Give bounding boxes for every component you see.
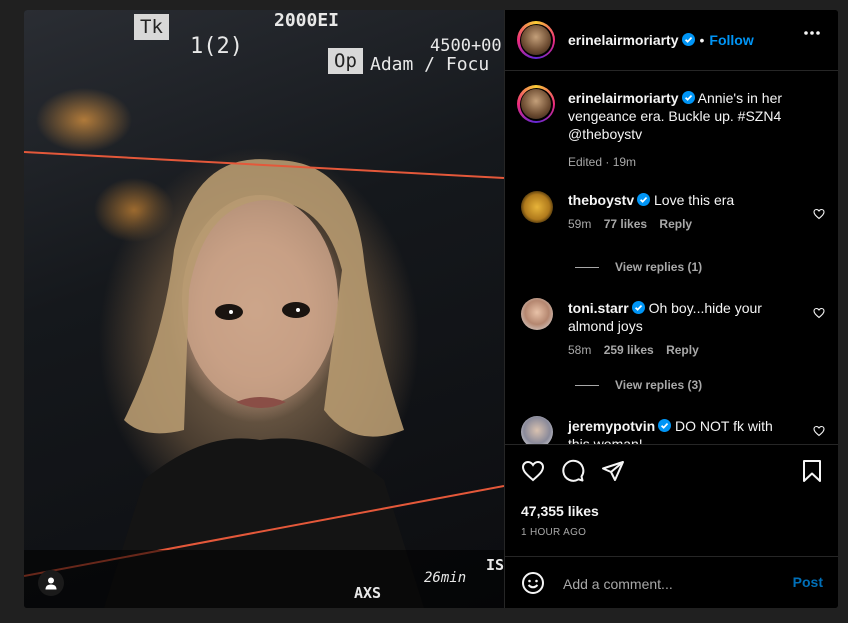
post-media[interactable]: Tk 1(2) 2000EI 4500+00 Op Adam / Focu AX… <box>24 10 504 608</box>
commenter-avatar[interactable] <box>521 191 553 223</box>
user-tag-icon <box>45 577 57 590</box>
comment-text: Love this era <box>654 192 735 208</box>
comment-username[interactable]: theboystv <box>568 192 634 208</box>
verified-icon <box>631 301 645 314</box>
hud-ei: 2000EI <box>274 10 340 31</box>
post-sidebar: erinelairmoriarty • Follow erinelairmoriar… <box>504 10 838 608</box>
post-modal: Tk 1(2) 2000EI 4500+00 Op Adam / Focu AX… <box>24 10 838 608</box>
heart-icon[interactable] <box>521 459 545 483</box>
hud-take-label: Tk <box>134 14 169 40</box>
bookmark-icon[interactable] <box>801 459 823 483</box>
view-replies-button[interactable]: View replies (3) <box>575 378 702 392</box>
hud-take-value: 1(2) <box>190 34 243 59</box>
reply-button[interactable]: Reply <box>659 217 692 231</box>
comment-item: toni.starr Oh boy...hide your almond joy… <box>568 299 798 357</box>
commenter-avatar[interactable] <box>521 298 553 330</box>
action-bar: 47,355 likes 1 HOUR AGO <box>505 444 838 557</box>
user-tag-button[interactable] <box>38 570 64 596</box>
caption-username[interactable]: erinelairmoriarty <box>568 90 679 106</box>
comment-heart-icon[interactable] <box>813 307 825 319</box>
likes-count[interactable]: 47,355 likes <box>521 503 599 519</box>
hud-op-value: Adam / Focu <box>370 54 490 75</box>
author-username[interactable]: erinelairmoriarty <box>568 32 679 48</box>
caption-meta: Edited · 19m <box>568 155 637 169</box>
verified-icon <box>681 91 695 104</box>
media-overlay <box>24 151 504 608</box>
view-replies-label: View replies (3) <box>615 378 703 392</box>
comment-username[interactable]: toni.starr <box>568 300 629 316</box>
comment-icon[interactable] <box>561 459 585 483</box>
verified-icon <box>681 33 695 46</box>
follow-button[interactable]: Follow <box>709 32 753 48</box>
comment-likes[interactable]: 77 likes <box>604 217 647 231</box>
commenter-avatar[interactable] <box>521 416 553 444</box>
comment-input[interactable] <box>561 573 775 595</box>
header-author-line: erinelairmoriarty • Follow <box>568 32 754 50</box>
comment-age: 59m <box>568 217 592 231</box>
comment-age: 58m <box>568 343 592 357</box>
view-replies-label: View replies (1) <box>615 260 703 274</box>
post-timestamp: 1 HOUR AGO <box>521 527 587 538</box>
emoji-icon[interactable] <box>521 571 545 595</box>
reply-button[interactable]: Reply <box>666 343 699 357</box>
post-button[interactable]: Post <box>793 574 823 590</box>
hud-op-label: Op <box>328 48 363 74</box>
hud-remaining: 26min <box>424 570 467 586</box>
comment-item: jeremypotvin DO NOT fk with this woman! <box>568 417 798 444</box>
author-avatar[interactable] <box>517 21 555 59</box>
comment-heart-icon[interactable] <box>813 208 825 220</box>
hud-kelvin: 4500+00 <box>430 36 502 56</box>
post-header: erinelairmoriarty • Follow <box>505 10 838 71</box>
more-icon[interactable] <box>803 30 821 36</box>
comment-heart-icon[interactable] <box>813 425 825 437</box>
comment-item: theboystv Love this era 59m 77 likes Rep… <box>568 191 798 231</box>
separator-dot: • <box>699 32 705 48</box>
share-icon[interactable] <box>601 459 625 483</box>
view-replies-button[interactable]: View replies (1) <box>575 260 702 274</box>
comments-list[interactable]: erinelairmoriarty Annie's in her vengean… <box>505 71 838 444</box>
hud-codec: AXS <box>354 584 382 602</box>
caption: erinelairmoriarty Annie's in her vengean… <box>568 89 816 169</box>
comment-composer: Post <box>505 556 838 608</box>
comment-username[interactable]: jeremypotvin <box>568 418 655 434</box>
caption-avatar[interactable] <box>517 85 555 123</box>
hud-edge: IS <box>486 556 504 574</box>
verified-icon <box>637 193 651 206</box>
comment-likes[interactable]: 259 likes <box>604 343 654 357</box>
verified-icon <box>658 419 672 432</box>
